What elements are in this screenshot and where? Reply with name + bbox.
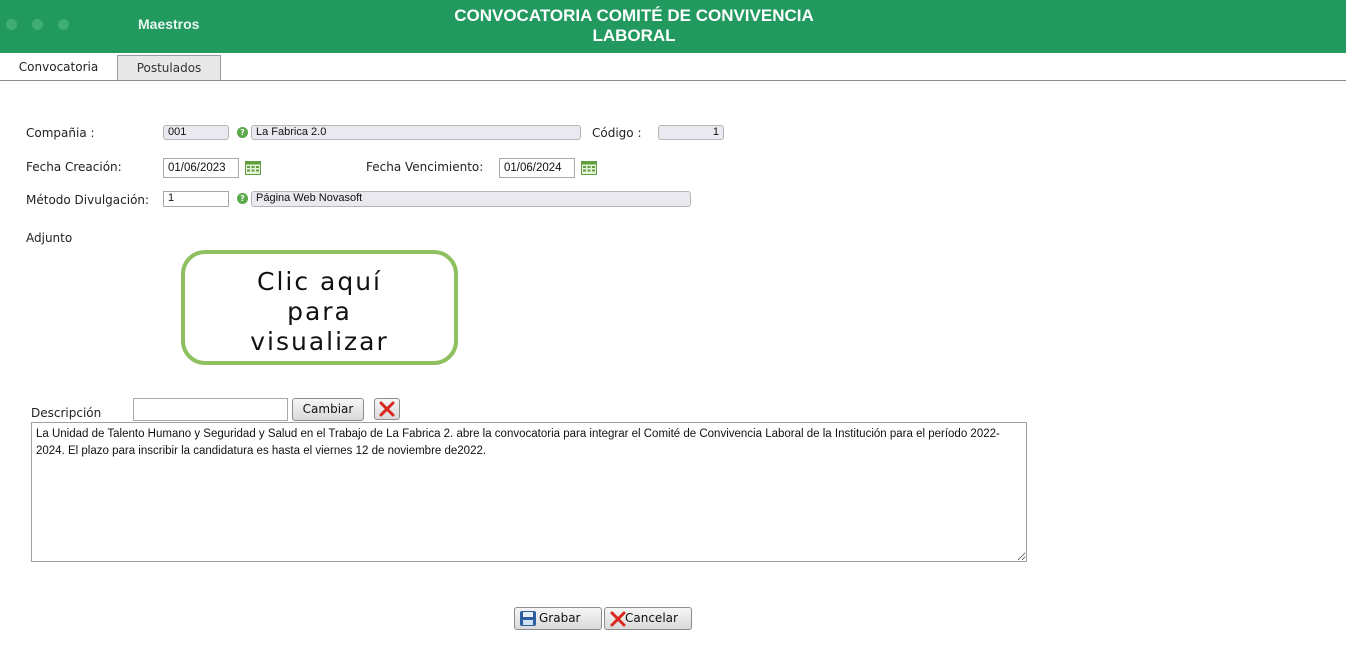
description-label: Descripción: [31, 406, 102, 420]
change-button[interactable]: Cambiar: [292, 398, 364, 421]
tab-convocatoria[interactable]: Convocatoria: [0, 55, 117, 80]
tab-divider: [0, 80, 1346, 81]
cancel-button[interactable]: Cancelar: [604, 607, 692, 630]
attachment-label: Adjunto: [26, 231, 73, 245]
save-button-label: Grabar: [539, 611, 581, 625]
created-date-field[interactable]: 01/06/2023: [163, 158, 239, 178]
method-name-field: Página Web Novasoft: [251, 191, 691, 207]
due-date-label: Fecha Vencimiento:: [366, 160, 484, 174]
menu-title[interactable]: Maestros: [138, 16, 199, 32]
attachment-text-line1: Clic aquí: [256, 267, 383, 296]
company-label: Compañia :: [26, 126, 95, 140]
page-title: CONVOCATORIA COMITÉ DE CONVIVENCIA LABOR…: [434, 6, 834, 46]
help-circle-icon[interactable]: ?: [237, 127, 248, 138]
cancel-button-label: Cancelar: [625, 611, 678, 625]
page-title-line1: CONVOCATORIA COMITÉ DE CONVIVENCIA: [454, 6, 814, 25]
calendar-icon[interactable]: [245, 161, 261, 175]
code-label: Código :: [592, 126, 642, 140]
tab-postulados[interactable]: Postulados: [117, 55, 221, 80]
app-header: Maestros CONVOCATORIA COMITÉ DE CONVIVEN…: [0, 0, 1346, 53]
method-label: Método Divulgación:: [26, 193, 150, 207]
floppy-disk-icon: [520, 611, 536, 626]
company-name-field: La Fabrica 2.0: [251, 125, 581, 140]
red-x-icon: [379, 401, 395, 417]
company-code-field[interactable]: 001: [163, 125, 229, 140]
save-button[interactable]: Grabar: [514, 607, 602, 630]
description-file-input[interactable]: [133, 398, 288, 421]
window-dot-icon: [32, 19, 43, 30]
created-date-label: Fecha Creación:: [26, 160, 122, 174]
red-x-icon: [610, 611, 626, 627]
window-dot-icon: [58, 19, 69, 30]
window-dot-icon: [6, 19, 17, 30]
attachment-view-button[interactable]: Clic aquí para visualizar: [181, 250, 458, 365]
attachment-text-line2: para: [287, 297, 352, 326]
page-title-line2: LABORAL: [592, 26, 676, 45]
description-textarea[interactable]: La Unidad de Talento Humano y Seguridad …: [31, 422, 1027, 562]
method-code-field[interactable]: 1: [163, 191, 229, 207]
attachment-text-line3: visualizar: [250, 327, 389, 356]
clear-button[interactable]: [374, 398, 400, 420]
help-circle-icon[interactable]: ?: [237, 193, 248, 204]
calendar-icon[interactable]: [581, 161, 597, 175]
code-field: 1: [658, 125, 724, 140]
due-date-field[interactable]: 01/06/2024: [499, 158, 575, 178]
